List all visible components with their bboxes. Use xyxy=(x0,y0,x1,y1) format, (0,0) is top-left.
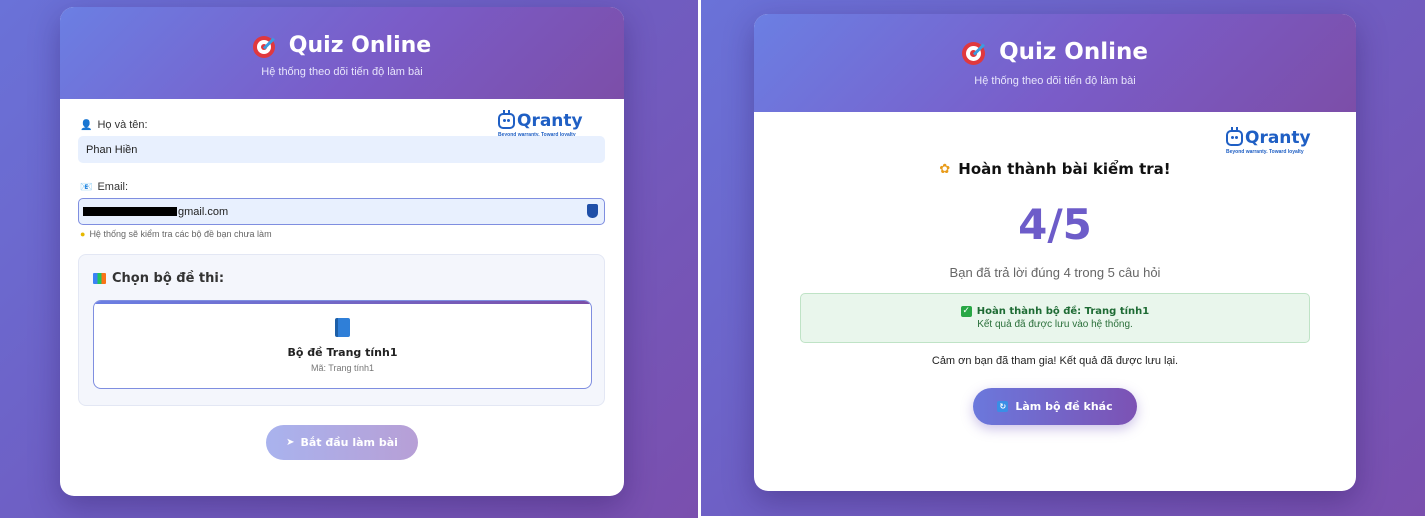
card-header: Quiz Online Hệ thống theo dõi tiến độ là… xyxy=(60,7,624,99)
thanks-message: Cảm ơn bạn đã tham gia! Kết quả đã được … xyxy=(931,355,1179,367)
take-another-quiz-button[interactable]: ↻ Làm bộ đề khác xyxy=(973,388,1137,425)
card-header: Quiz Online Hệ thống theo dõi tiến độ là… xyxy=(754,14,1356,112)
logo-tagline: Beyond warranty. Toward loyalty xyxy=(1226,149,1304,155)
email-input[interactable]: gmail.com xyxy=(78,198,605,225)
page-title: Quiz Online xyxy=(999,39,1148,65)
name-label: 👤 Họ và tên: xyxy=(80,119,148,131)
quiz-select-panel: Chọn bộ đề thi: Bộ đề Trang tính1 Mã: Tr… xyxy=(78,254,605,406)
party-popper-icon: ✿ xyxy=(939,161,951,177)
email-label: 📧 Email: xyxy=(80,181,129,193)
qranty-logo: Qranty Beyond warranty. Toward loyalty xyxy=(498,110,583,138)
quiz-option-card[interactable]: Bộ đề Trang tính1 Mã: Trang tính1 xyxy=(93,300,592,389)
score-value: 4/5 xyxy=(1018,200,1092,249)
quiz-option-name: Bộ đề Trang tính1 xyxy=(287,346,398,359)
email-hint: ● Hệ thống sẽ kiểm tra các bộ đề bạn chư… xyxy=(80,229,272,239)
result-title: ✿ Hoàn thành bài kiểm tra! xyxy=(939,160,1171,178)
target-icon xyxy=(252,34,277,58)
user-icon: 👤 xyxy=(80,119,93,131)
success-alert: ✓ Hoàn thành bộ đề: Trang tính1 Kết quả … xyxy=(800,293,1310,343)
target-icon xyxy=(962,40,987,65)
quiz-start-card: Quiz Online Hệ thống theo dõi tiến độ là… xyxy=(60,7,624,496)
right-screen: Quiz Online Hệ thống theo dõi tiến độ là… xyxy=(701,0,1425,516)
check-icon: ✓ xyxy=(960,306,972,317)
quiz-option-code: Mã: Trang tính1 xyxy=(310,363,375,373)
lightbulb-icon: ● xyxy=(80,229,86,239)
password-manager-icon[interactable] xyxy=(587,204,598,218)
quiz-option-accent xyxy=(94,301,591,304)
quiz-result-card: Quiz Online Hệ thống theo dõi tiến độ là… xyxy=(754,14,1356,491)
qranty-logo: Qranty Beyond warranty. Toward loyalty xyxy=(1226,127,1311,155)
logo-name: Qranty xyxy=(517,111,583,131)
quiz-select-title: Chọn bộ đề thi: xyxy=(93,271,224,286)
mail-icon: 📧 xyxy=(80,181,93,193)
start-quiz-button[interactable]: ➤ Bắt đầu làm bài xyxy=(266,425,418,460)
refresh-icon: ↻ xyxy=(997,401,1009,412)
page-title: Quiz Online xyxy=(288,33,432,58)
redacted-text xyxy=(83,207,177,216)
name-input[interactable]: Phan Hiền xyxy=(78,136,605,163)
score-description: Bạn đã trả lời đúng 4 trong 5 câu hỏi xyxy=(949,265,1161,280)
logo-name: Qranty xyxy=(1245,128,1311,148)
success-message: Kết quả đã được lưu vào hệ thống. xyxy=(977,319,1133,330)
page-subtitle: Hệ thống theo dõi tiến độ làm bài xyxy=(261,66,423,78)
left-screen: Quiz Online Hệ thống theo dõi tiến độ là… xyxy=(0,0,698,518)
book-icon xyxy=(335,318,350,337)
rocket-icon: ➤ xyxy=(286,437,295,448)
success-title: Hoàn thành bộ đề: Trang tính1 xyxy=(976,306,1150,317)
page-subtitle: Hệ thống theo dõi tiến độ làm bài xyxy=(974,75,1136,87)
books-icon xyxy=(93,273,106,284)
